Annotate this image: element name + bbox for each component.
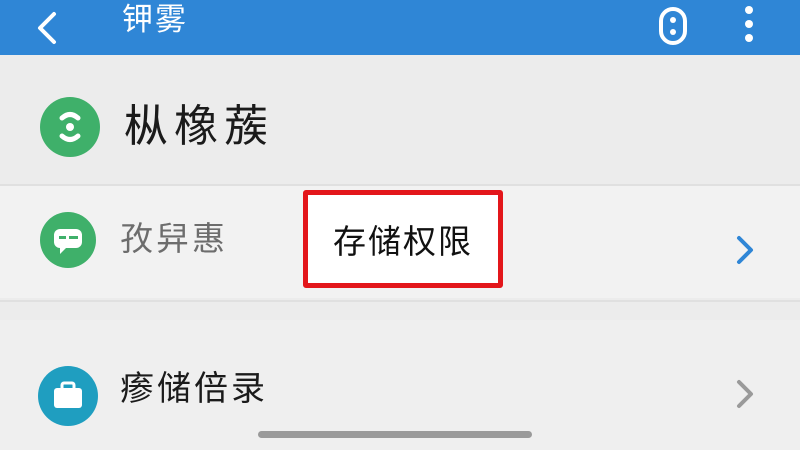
chevron-right-icon bbox=[737, 236, 753, 264]
app-header: 枞橡蔟 bbox=[0, 55, 800, 185]
storage-permission-text: 存储权限 bbox=[333, 222, 473, 261]
chevron-right-icon bbox=[737, 380, 753, 408]
more-vertical-icon[interactable] bbox=[736, 2, 762, 48]
storage-label: 瘆储倍录 bbox=[120, 369, 268, 409]
permissions-row[interactable]: 孜舁惠 存储权限 bbox=[0, 186, 800, 298]
permissions-label: 孜舁惠 bbox=[120, 219, 228, 258]
app-bar: 钾雾 bbox=[0, 0, 800, 55]
app-logo-icon bbox=[40, 97, 100, 157]
app-name: 枞橡蔟 bbox=[124, 101, 274, 152]
capsule-icon[interactable] bbox=[656, 6, 690, 46]
page-title: 钾雾 bbox=[122, 2, 188, 38]
storage-permission-highlight: 存储权限 bbox=[303, 190, 503, 288]
home-indicator[interactable] bbox=[258, 431, 532, 438]
divider bbox=[0, 300, 800, 302]
back-button[interactable] bbox=[36, 0, 76, 55]
chevron-left-icon bbox=[38, 11, 56, 44]
briefcase-icon bbox=[38, 366, 98, 426]
chat-bubble-icon bbox=[40, 212, 96, 268]
